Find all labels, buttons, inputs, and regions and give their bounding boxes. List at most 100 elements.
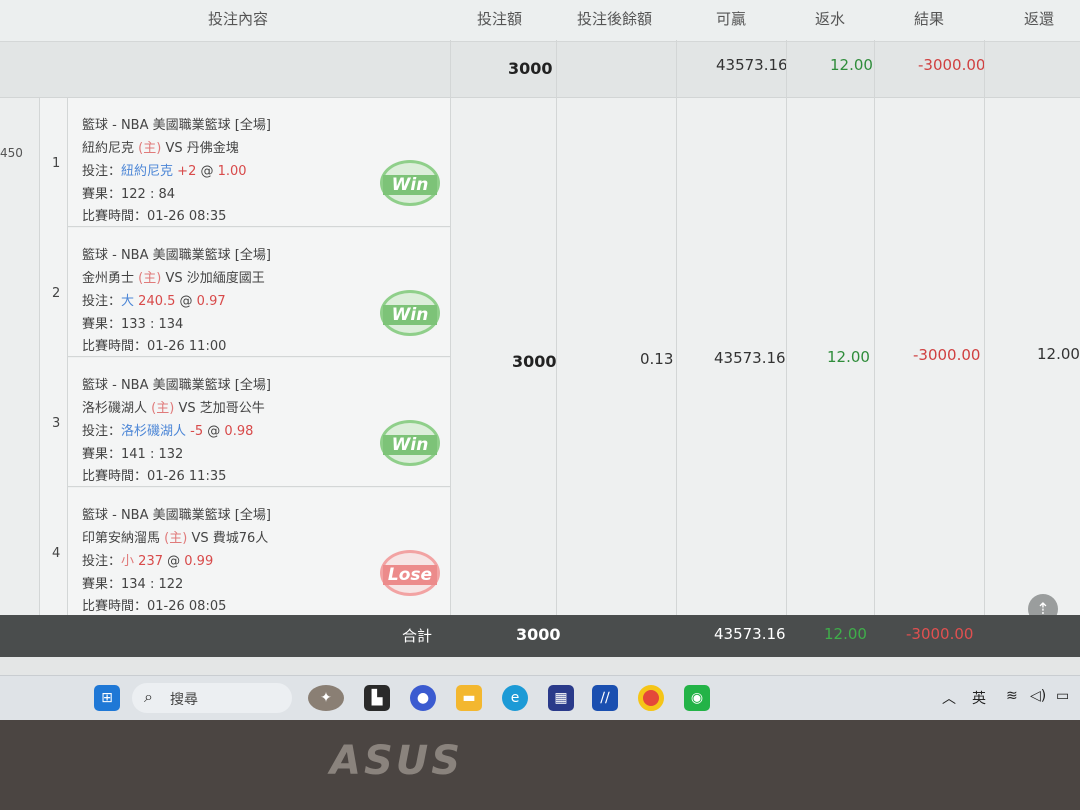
col-header-rebate[interactable]: 返水 (815, 8, 845, 29)
line-icon[interactable]: ◉ (684, 685, 710, 711)
black-app-icon[interactable]: ▙ (364, 685, 390, 711)
total-label: 合計 (402, 627, 433, 645)
total-amount: 3000 (516, 625, 561, 644)
away-team: 費城76人 (212, 531, 269, 546)
home-team: 紐約尼克 (82, 141, 135, 156)
bet-item: 1 籃球 - NBA 美國職業籃球 [全場] 紐約尼克 (主) VS 丹佛金塊 … (52, 98, 450, 227)
win-stamp-icon: Win (380, 290, 440, 336)
pick-label: 投注： (82, 424, 122, 439)
total-result: -3000.00 (906, 625, 974, 643)
bet-pick: 投注：小 237 @ 0.99 (82, 550, 213, 569)
column-divider (676, 40, 677, 615)
pick-team: 小 (121, 554, 135, 569)
bet-index: 1 (52, 156, 61, 171)
summary-winnable: 43573.16 (716, 56, 788, 74)
col-header-return[interactable]: 返還 (1024, 8, 1054, 29)
bet-pick: 投注：紐約尼克 +2 @ 1.00 (82, 160, 247, 179)
pick-team: 大 (121, 294, 135, 309)
total-bar: 合計 3000 43573.16 12.00 -3000.00 (0, 615, 1080, 657)
bet-time: 比賽時間：01-26 08:05 (82, 599, 227, 614)
edge-icon[interactable]: e (502, 685, 528, 711)
col-header-content[interactable]: 投注內容 (208, 8, 268, 29)
col-header-amount[interactable]: 投注額 (477, 8, 522, 29)
brand-logo: ASUS (330, 738, 464, 784)
column-divider (786, 40, 787, 615)
col-header-winnable[interactable]: 可贏 (716, 8, 746, 29)
at-sign: @ (200, 164, 214, 179)
bet-item: 2 籃球 - NBA 美國職業籃球 [全場] 金州勇士 (主) VS 沙加緬度國… (52, 228, 450, 357)
pen-app-icon[interactable]: ∕∕ (592, 685, 618, 711)
bet-score: 賽果：141 : 132 (82, 447, 184, 462)
pick-line: +2 (177, 164, 197, 179)
battery-icon[interactable]: ▭ (1056, 688, 1069, 704)
home-tag: (主) (138, 271, 162, 286)
bet-match: 金州勇士 (主) VS 沙加緬度國王 (82, 267, 265, 286)
home-tag: (主) (164, 531, 188, 546)
row-rebate: 12.00 (827, 348, 870, 366)
row-winnable: 43573.16 (714, 349, 786, 367)
vs-text: VS (165, 141, 183, 156)
row-amount: 3000 (512, 352, 557, 371)
total-winnable: 43573.16 (714, 625, 786, 643)
bet-score: 賽果：133 : 134 (82, 317, 184, 332)
vs-text: VS (165, 271, 183, 286)
col-header-balance-after[interactable]: 投注後餘額 (577, 8, 652, 29)
windows-start-icon[interactable]: ⊞ (94, 685, 120, 711)
pick-odds: 0.97 (196, 294, 226, 309)
summary-result: -3000.00 (918, 56, 986, 74)
bet-item: 4 籃球 - NBA 美國職業籃球 [全場] 印第安納溜馬 (主) VS 費城7… (52, 488, 450, 617)
wifi-icon[interactable]: ≋ (1006, 688, 1018, 704)
vs-text: VS (178, 401, 196, 416)
pick-line: 240.5 (138, 294, 176, 309)
total-rebate: 12.00 (824, 625, 867, 643)
chevron-up-icon[interactable]: ︿ (942, 688, 956, 708)
bet-pick: 投注：大 240.5 @ 0.97 (82, 290, 226, 309)
win-stamp-icon: Win (380, 160, 440, 206)
column-divider (874, 40, 875, 615)
file-explorer-icon[interactable]: ▬ (456, 685, 482, 711)
row-return: 12.00 (1037, 345, 1080, 363)
volume-icon[interactable]: ◁) (1030, 688, 1046, 704)
home-team: 洛杉磯湖人 (82, 401, 148, 416)
row-balance-after: 0.13 (640, 350, 674, 368)
eagle-app-icon[interactable]: ✦ (308, 685, 344, 711)
bet-league: 籃球 - NBA 美國職業籃球 [全場] (82, 508, 271, 523)
vs-text: VS (191, 531, 209, 546)
home-tag: (主) (138, 141, 162, 156)
column-divider (450, 40, 451, 615)
search-placeholder: 搜尋 (170, 692, 198, 708)
pick-label: 投注： (82, 554, 122, 569)
pick-odds: 1.00 (217, 164, 247, 179)
pick-line: 237 (138, 554, 163, 569)
chrome-icon[interactable] (638, 685, 664, 711)
bet-match: 洛杉磯湖人 (主) VS 芝加哥公牛 (82, 397, 265, 416)
win-stamp-icon: Win (380, 420, 440, 466)
bet-league: 籃球 - NBA 美國職業籃球 [全場] (82, 378, 271, 393)
meet-app-icon[interactable]: ● (410, 685, 436, 711)
lose-stamp-icon: Lose (380, 550, 440, 596)
store-icon[interactable]: ▦ (548, 685, 574, 711)
pick-label: 投注： (82, 294, 122, 309)
col-header-result[interactable]: 結果 (914, 8, 944, 29)
summary-amount: 3000 (508, 59, 553, 78)
pick-odds: 0.99 (184, 554, 214, 569)
ime-indicator[interactable]: 英 (972, 688, 986, 708)
table-header: 投注內容 投注額 投注後餘額 可贏 返水 結果 返還 (0, 0, 1080, 42)
bet-index: 2 (52, 286, 61, 301)
bet-time: 比賽時間：01-26 11:35 (82, 469, 227, 484)
bet-score: 賽果：134 : 122 (82, 577, 184, 592)
outcome-label: Win (383, 175, 437, 195)
screen: 投注內容 投注額 投注後餘額 可贏 返水 結果 返還 3000 43573.16… (0, 0, 1080, 720)
bet-index: 4 (52, 546, 61, 561)
bet-time: 比賽時間：01-26 11:00 (82, 339, 227, 354)
pick-team: 洛杉磯湖人 (121, 424, 187, 439)
outcome-label: Lose (383, 565, 437, 585)
row-result: -3000.00 (913, 346, 981, 364)
laptop-bezel: ASUS (0, 720, 1080, 810)
home-tag: (主) (151, 401, 175, 416)
at-sign: @ (207, 424, 221, 439)
taskbar-search[interactable]: ⌕ 搜尋 (132, 683, 292, 713)
bet-index: 3 (52, 416, 61, 431)
bet-item: 3 籃球 - NBA 美國職業籃球 [全場] 洛杉磯湖人 (主) VS 芝加哥公… (52, 358, 450, 487)
away-team: 芝加哥公牛 (199, 401, 265, 416)
